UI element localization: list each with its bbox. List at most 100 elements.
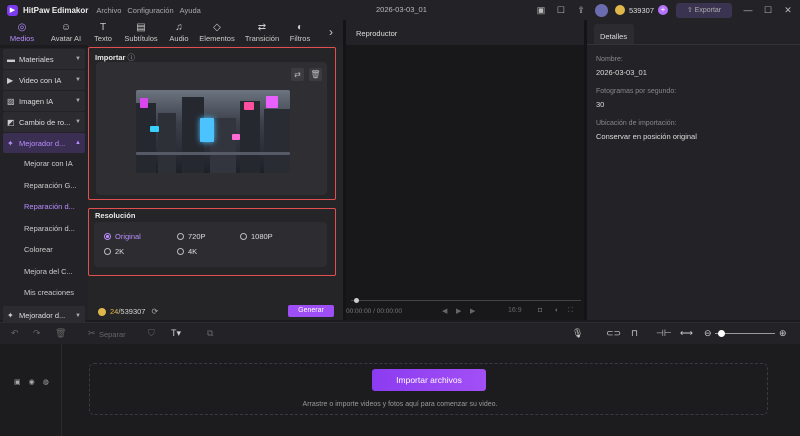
eye-icon[interactable]: ◉ <box>29 379 43 386</box>
track-header: ▣◉◍ <box>0 344 62 436</box>
image-icon: ▨ <box>7 96 15 106</box>
prev-frame-icon[interactable]: ◀ <box>442 307 447 315</box>
tab-label: Subtítulos <box>124 34 158 43</box>
credits-count: 539307 <box>628 5 654 15</box>
microphone-icon[interactable]: 🎙 <box>572 328 583 339</box>
subitem-reparacion-d-active[interactable]: Reparación d... <box>0 196 88 218</box>
next-frame-icon[interactable]: ▶ <box>470 307 475 315</box>
radio-1080p[interactable]: 1080P <box>240 232 273 241</box>
upload-icon[interactable]: ⇪ <box>575 4 587 16</box>
sidebar-item-video-ia[interactable]: ▶ Video con IA ▼ <box>3 70 85 90</box>
dropzone-hint: Arrastre o importe videos y fotos aquí p… <box>302 401 498 408</box>
fullscreen-icon[interactable]: ⛶ <box>568 307 573 315</box>
radio-2k[interactable]: 2K <box>104 247 124 256</box>
location-value: Conservar en posición original <box>596 132 697 141</box>
info-icon[interactable]: ⓘ <box>128 53 136 62</box>
title-bar: ▶ HitPaw Edimakor Archivo Configuración … <box>0 0 800 20</box>
redo-icon[interactable]: ↷ <box>33 328 41 339</box>
shield-icon[interactable]: ⛉ <box>148 328 155 339</box>
subtitles-icon: ▤ <box>136 22 146 33</box>
audio-icon: ♫ <box>175 22 183 33</box>
video-icon: ▶ <box>7 75 14 85</box>
split-button[interactable]: Separar <box>99 330 126 339</box>
layout-icon[interactable]: ▣ <box>535 4 547 16</box>
crop-icon[interactable]: ⧉ <box>207 328 213 339</box>
generate-button[interactable]: Generar <box>288 305 334 317</box>
user-avatar[interactable] <box>594 3 608 17</box>
play-icon[interactable]: ▶ <box>456 307 461 315</box>
fit-icon[interactable]: ⟷ <box>680 328 693 339</box>
tab-label: Elementos <box>199 34 235 43</box>
chevron-down-icon: ▼ <box>75 77 81 83</box>
volume-icon[interactable]: ◖ <box>554 307 558 314</box>
zoom-out-icon[interactable]: ⊖ <box>704 328 712 339</box>
import-files-button[interactable]: Importar archivos <box>372 369 486 391</box>
delete-icon[interactable]: 🗑 <box>309 68 322 81</box>
replace-icon[interactable]: ⇄ <box>291 68 304 81</box>
undo-icon[interactable]: ↶ <box>11 328 19 339</box>
neon-sign <box>244 102 254 110</box>
menu-ayuda[interactable]: Ayuda <box>180 6 201 15</box>
menu-configuracion[interactable]: Configuración <box>127 6 173 15</box>
sidebar-item-materiales[interactable]: ▬ Materiales ▼ <box>3 49 85 69</box>
close-icon[interactable]: ✕ <box>782 4 794 16</box>
magnet-icon[interactable]: ⊓ <box>631 328 638 339</box>
link-icon[interactable]: ⊂⊃ <box>606 328 621 339</box>
delete-icon[interactable]: 🗑 <box>55 328 66 339</box>
player-seekbar[interactable] <box>351 298 581 303</box>
subitem-reparacion-g[interactable]: Reparación G... <box>0 175 88 197</box>
export-button[interactable]: ⇧ Exportar <box>676 2 732 18</box>
coin-icon <box>98 307 106 316</box>
tab-transicion[interactable]: ⇄ Transición <box>240 20 284 45</box>
tab-label: Medios <box>9 34 35 43</box>
track-controls[interactable]: ▣◉◍ <box>14 378 57 386</box>
split-track-icon[interactable]: ⊣⊢ <box>656 328 672 339</box>
avatar-icon: ☺ <box>60 22 72 33</box>
radio-720p[interactable]: 720P <box>177 232 206 241</box>
radio-dot <box>177 248 184 255</box>
zoom-in-icon[interactable]: ⊕ <box>779 328 787 339</box>
subitem-mejorar-ia[interactable]: Mejorar con IA <box>0 153 88 175</box>
lock-icon[interactable]: ▣ <box>14 379 29 386</box>
radio-original[interactable]: Original <box>104 232 141 241</box>
minimize-icon[interactable]: — <box>742 4 754 16</box>
tab-elementos[interactable]: ◇ Elementos <box>194 20 240 45</box>
feedback-icon[interactable]: ☐ <box>555 4 567 16</box>
tab-texto[interactable]: T Texto <box>88 20 118 45</box>
zoom-handle[interactable] <box>718 330 725 337</box>
tabs-scroll-right-icon[interactable]: › <box>329 25 333 39</box>
subitem-mis-creaciones[interactable]: Mis creaciones <box>0 282 88 304</box>
radio-4k[interactable]: 4K <box>177 247 197 256</box>
mute-icon[interactable]: ◍ <box>43 379 57 386</box>
subitem-mejora-c[interactable]: Mejora del C... <box>0 261 88 283</box>
aspect-ratio[interactable]: 16:9 <box>508 307 522 314</box>
sidebar-item-imagen-ia[interactable]: ▨ Imagen IA ▼ <box>3 91 85 111</box>
tab-audio[interactable]: ♫ Audio <box>164 20 194 45</box>
tab-detalles[interactable]: Detalles <box>594 24 634 44</box>
sidebar-item-label: Mejorador d... <box>19 138 66 148</box>
sidebar: ▬ Materiales ▼ ▶ Video con IA ▼ ▨ Imagen IA ▼ … <box>0 48 88 326</box>
add-credits-button[interactable]: + <box>658 5 668 15</box>
split-icon[interactable]: ✂ <box>88 328 96 339</box>
radio-label: 2K <box>115 247 125 256</box>
media-tabs: ◎ Medios ☺ Avatar AI T Texto ▤ Subtítulos ♫ A… <box>0 20 343 45</box>
text-tool-icon[interactable]: T▾ <box>171 328 181 339</box>
player-time: 00:00:00 / 00:00:00 <box>346 308 403 315</box>
name-label: Nombre: <box>596 56 623 63</box>
seek-handle[interactable] <box>354 298 359 303</box>
details-panel: Detalles Nombre: 2026-03-03_01 Fotograma… <box>587 20 800 320</box>
subitem-colorear[interactable]: Colorear <box>0 239 88 261</box>
refresh-icon[interactable]: ⟳ <box>151 307 158 316</box>
tab-avatar-ai[interactable]: ☺ Avatar AI <box>44 20 88 45</box>
sidebar-item-mejorador[interactable]: ✦ Mejorador d... ▲ <box>3 133 85 153</box>
subitem-reparacion-d[interactable]: Reparación d... <box>0 218 88 240</box>
snapshot-icon[interactable]: ◘ <box>538 307 542 314</box>
maximize-icon[interactable]: ☐ <box>762 4 774 16</box>
tab-subtitulos[interactable]: ▤ Subtítulos <box>118 20 164 45</box>
transition-icon: ⇄ <box>257 22 267 33</box>
sidebar-item-cambio[interactable]: ◩ Cambio de ro... ▼ <box>3 112 85 132</box>
sidebar-item-label: Video con IA <box>19 75 62 85</box>
menu-archivo[interactable]: Archivo <box>96 6 121 15</box>
tab-medios[interactable]: ◎ Medios <box>0 20 44 45</box>
tab-filtros[interactable]: ◐ Filtros <box>284 20 316 45</box>
